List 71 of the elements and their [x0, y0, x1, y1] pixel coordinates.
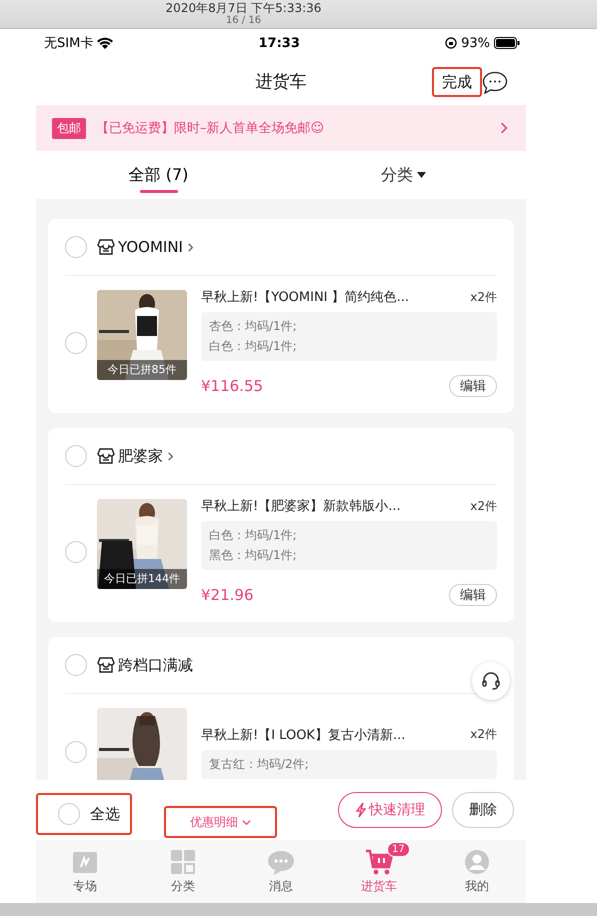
- checkbox[interactable]: [65, 332, 87, 354]
- sold-today-label: 今日已拼144件: [97, 569, 187, 589]
- carrier-text: 无SIM卡: [44, 35, 94, 52]
- dropdown-caret-icon: [417, 172, 426, 178]
- checkbox[interactable]: [65, 540, 87, 562]
- product-title: 早秋上新!【YOOMINI 】简约纯色...: [201, 289, 410, 306]
- shop-icon: [97, 656, 115, 674]
- checkbox[interactable]: [65, 236, 87, 258]
- page-counter: 16 / 16: [226, 15, 262, 27]
- chevron-right-icon: [498, 122, 510, 134]
- variant-text: 杏色：均码/1件;: [209, 318, 298, 335]
- lightning-icon: [355, 802, 367, 818]
- free-shipping-tag: 包邮: [52, 118, 86, 138]
- product-title: 早秋上新!【I LOOK】复古小清新...: [201, 726, 406, 744]
- tab-bar-item[interactable]: 专场: [36, 840, 134, 903]
- checkbox[interactable]: [65, 654, 87, 676]
- price-text: ¥116.55: [201, 377, 264, 395]
- delete-button[interactable]: 删除: [452, 792, 514, 828]
- battery-icon: [494, 37, 520, 49]
- count-badge: 17: [387, 842, 410, 857]
- quantity-text: x2件: [470, 498, 497, 514]
- quantity-text: x2件: [470, 288, 497, 306]
- select-all-control[interactable]: 全选: [36, 793, 132, 835]
- checkbox[interactable]: [65, 741, 87, 763]
- profile-icon: [464, 848, 490, 874]
- chevron-right-icon: [166, 452, 175, 460]
- variant-text: 白色：均码/1件;: [209, 527, 298, 544]
- variant-text: 白色：均码/1件;: [209, 338, 298, 355]
- done-button[interactable]: 完成: [432, 67, 482, 97]
- sold-today-label: 今日已拼85件: [97, 360, 187, 380]
- chevron-down-icon: [242, 818, 251, 826]
- page-title: 进货车: [256, 70, 306, 92]
- cart-icon: [365, 848, 393, 874]
- tab-bar-item[interactable]: 消息: [232, 840, 330, 903]
- edit-button[interactable]: 编辑: [449, 375, 497, 397]
- shop-link[interactable]: 肥婆家: [97, 446, 175, 466]
- variant-text: 复古红：均码/2件;: [209, 756, 310, 772]
- chat-icon: [267, 848, 295, 874]
- checkbox[interactable]: [65, 445, 87, 467]
- price-text: ¥21.96: [201, 586, 254, 604]
- grid-icon: [170, 848, 196, 874]
- quick-clean-button[interactable]: 快速清理: [338, 792, 442, 828]
- shop-name: 肥婆家: [118, 446, 163, 466]
- shop-name: 跨档口满减: [118, 656, 193, 674]
- tab[interactable]: 分类: [281, 151, 526, 199]
- variant-text: 黑色：均码/1件;: [209, 547, 298, 564]
- shop-name: YOOMINI: [118, 238, 183, 256]
- promo-banner[interactable]: 包邮 【已免运费】限时–新人首单全场免邮☺: [36, 105, 526, 151]
- checkbox[interactable]: [58, 803, 80, 825]
- headset-icon: [481, 671, 501, 691]
- rotation-lock-icon: [445, 37, 458, 49]
- battery-text: 93%: [461, 36, 490, 50]
- clock-text: 17:33: [258, 36, 300, 50]
- chevron-right-icon: [186, 242, 195, 252]
- shop-icon: [97, 238, 115, 256]
- chat-bubble-icon[interactable]: [482, 71, 508, 95]
- tab-bar-item[interactable]: 我的: [428, 840, 526, 903]
- edit-button[interactable]: 编辑: [449, 584, 497, 606]
- select-all-label: 全选: [90, 804, 120, 824]
- tab[interactable]: 全部 (7): [36, 151, 281, 199]
- product-title: 早秋上新!【肥婆家】新款韩版小...: [201, 498, 401, 515]
- shop-link[interactable]: YOOMINI: [97, 238, 195, 256]
- promo-text: 【已免运费】限时–新人首单全场免邮☺: [96, 120, 326, 137]
- date-text: 2020年8月7日 下午5:33:36: [166, 1, 322, 15]
- shop-link[interactable]: 跨档口满减: [97, 656, 193, 674]
- tab-bar-item[interactable]: 分类: [134, 840, 232, 903]
- tab-bar-item[interactable]: 进货车 17: [330, 840, 428, 903]
- quantity-text: x2件: [470, 726, 497, 743]
- discount-details-button[interactable]: 优惠明细: [164, 806, 277, 838]
- shop-icon: [97, 447, 115, 465]
- wifi-icon: [97, 37, 114, 49]
